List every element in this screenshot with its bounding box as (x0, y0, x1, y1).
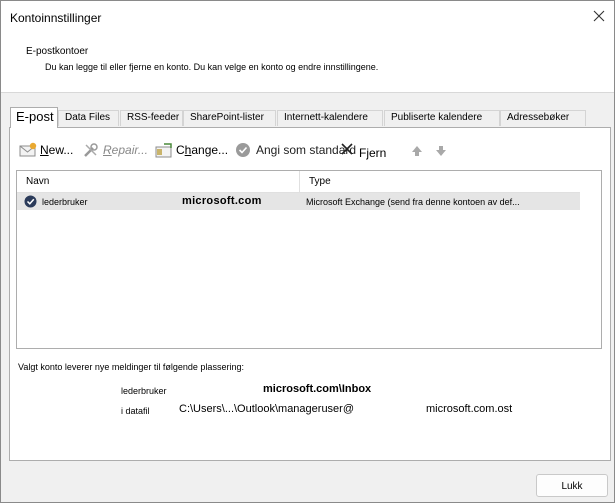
repair-button[interactable]: Repair... (82, 140, 148, 160)
new-account-icon (19, 142, 37, 157)
delivery-inbox: microsoft.com\Inbox (263, 383, 372, 395)
tab-internet-calendars[interactable]: Internett-kalendere (277, 110, 383, 126)
move-up-button[interactable] (411, 144, 423, 162)
tab-rss-feeds[interactable]: RSS-feeder (120, 110, 183, 126)
section-description: Du kan legge til eller fjerne en konto. … (45, 62, 379, 72)
account-domain: microsoft.com (182, 195, 262, 207)
arrow-down-icon (436, 146, 446, 156)
repair-button-label: Repair... (103, 143, 148, 157)
list-scrollbar[interactable] (580, 171, 601, 348)
account-type: Microsoft Exchange (send fra denne konto… (306, 197, 520, 207)
move-down-button[interactable] (435, 144, 447, 162)
datafile-label: i datafil (121, 406, 150, 416)
column-header-name[interactable]: Navn (17, 171, 300, 193)
change-button[interactable]: Change... (155, 140, 228, 160)
tab-sharepoint-lists[interactable]: SharePoint-lister (183, 110, 276, 126)
arrow-up-icon (412, 146, 422, 156)
default-account-check-icon (24, 195, 37, 208)
new-button[interactable]: New... (19, 140, 73, 160)
dialog-window: Kontoinnstillinger E-postkontoer Du kan … (0, 0, 615, 503)
account-list[interactable]: Navn Type lederbruker microsoft.com Micr… (16, 170, 602, 349)
check-circle-icon (236, 143, 250, 157)
close-icon (593, 10, 605, 22)
change-button-label: Change... (176, 143, 229, 157)
repair-icon (84, 143, 98, 157)
tab-address-books[interactable]: Adressebøker (500, 110, 586, 126)
column-header-type[interactable]: Type (300, 171, 580, 193)
delivery-location-label: Valgt konto leverer nye meldinger til fø… (18, 362, 244, 372)
remove-icon (341, 143, 353, 155)
tab-email[interactable]: E-post (10, 107, 58, 128)
dialog-header: Kontoinnstillinger E-postkontoer Du kan … (1, 1, 614, 93)
set-default-button[interactable]: Angi som standard (235, 140, 356, 160)
tab-published-calendars[interactable]: Publiserte kalendere (384, 110, 500, 126)
window-title: Kontoinnstillinger (10, 11, 102, 25)
delivery-account: lederbruker (121, 386, 167, 396)
change-account-icon (155, 143, 172, 158)
new-button-label: New... (40, 143, 74, 157)
close-button[interactable]: Lukk (536, 474, 608, 497)
datafile-path: C:\Users\...\Outlook\manageruser@ (179, 403, 355, 415)
datafile-domain: microsoft.com.ost (426, 403, 513, 415)
account-row[interactable]: lederbruker microsoft.com Microsoft Exch… (17, 193, 580, 210)
account-name: lederbruker (42, 197, 88, 207)
section-heading: E-postkontoer (26, 46, 89, 57)
remove-label: Fjern (359, 146, 387, 160)
tab-data-files[interactable]: Data Files (58, 110, 119, 126)
close-window-button[interactable] (589, 7, 609, 25)
